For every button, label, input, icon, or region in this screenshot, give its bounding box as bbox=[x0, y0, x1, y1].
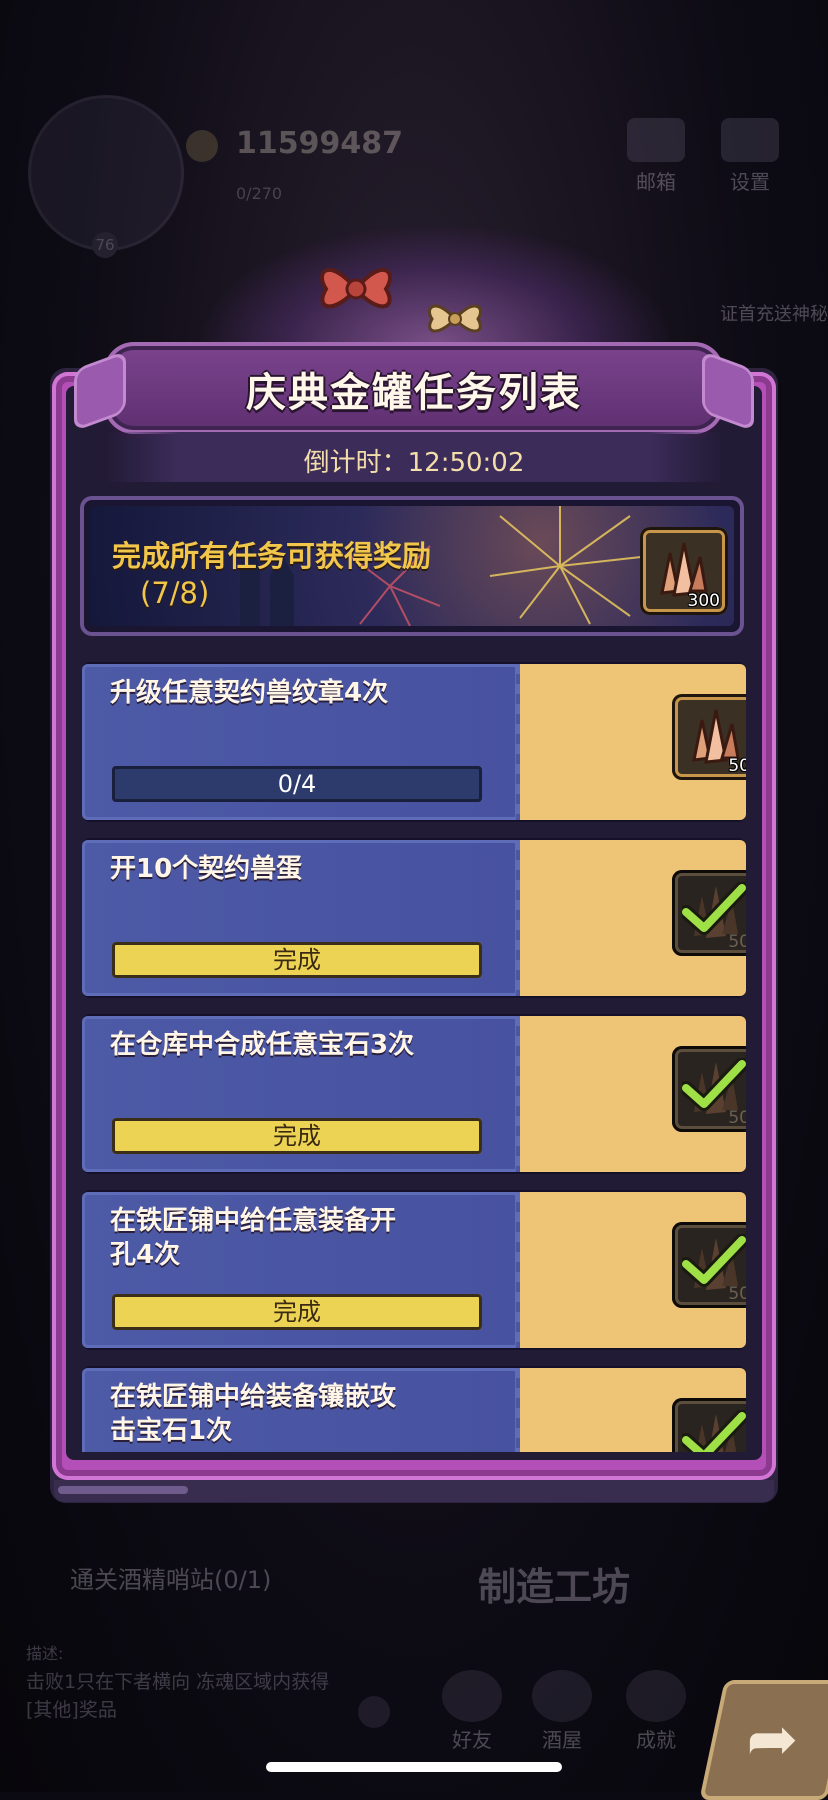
task-reward-item-claimed[interactable]: 50 bbox=[672, 870, 746, 956]
task-reward-count: 50 bbox=[728, 756, 746, 776]
tavern-icon bbox=[532, 1670, 592, 1722]
achievements-button: 成就 bbox=[616, 1670, 696, 1753]
red-bow-icon bbox=[320, 267, 392, 309]
task-complete-bar: 完成 bbox=[112, 1118, 482, 1154]
task-row: 在铁匠铺中给装备镶嵌攻击宝石1次 bbox=[82, 1366, 746, 1452]
task-reward-item[interactable]: 50 bbox=[672, 694, 746, 780]
gold-bow-icon bbox=[428, 304, 482, 333]
overall-reward-count: 300 bbox=[687, 591, 720, 611]
trophy-icon bbox=[626, 1670, 686, 1722]
gear-icon bbox=[721, 118, 779, 162]
player-exp: 0/270 bbox=[236, 184, 283, 203]
settings-button: 设置 bbox=[714, 118, 786, 195]
checkmark-icon bbox=[682, 1058, 746, 1111]
settings-label: 设置 bbox=[730, 170, 770, 194]
friends-icon bbox=[442, 1670, 502, 1722]
currency-icon bbox=[186, 130, 218, 162]
mail-label: 邮箱 bbox=[636, 170, 676, 194]
task-complete-bar: 完成 bbox=[112, 1294, 482, 1330]
task-description: 在铁匠铺中给任意装备开孔4次 bbox=[110, 1206, 397, 1270]
overall-reward-progress: (7/8) bbox=[140, 576, 210, 610]
title-banner: 庆典金罐任务列表 bbox=[74, 342, 754, 434]
task-desc: 击败1只在下者横向 冻魂区域内获得[其他]奖品 bbox=[26, 1671, 330, 1721]
friends-label: 好友 bbox=[452, 1728, 492, 1752]
task-row: 在铁匠铺中给任意装备开孔4次 完成 50 bbox=[82, 1190, 746, 1350]
promo-text: 证首充送神秘 bbox=[720, 304, 828, 325]
current-task-text: 通关酒精哨站(0/1) bbox=[70, 1566, 272, 1594]
task-description: 升级任意契约兽纹章4次 bbox=[110, 678, 389, 708]
countdown-bar: 倒计时：12:50:02 bbox=[106, 432, 722, 482]
task-row: 在仓库中合成任意宝石3次 完成 50 bbox=[82, 1014, 746, 1174]
checkmark-icon bbox=[682, 882, 746, 935]
home-indicator[interactable] bbox=[266, 1762, 562, 1772]
countdown-label: 倒计时： bbox=[303, 448, 408, 478]
overall-reward-text: 完成所有任务可获得奖励 bbox=[112, 539, 432, 573]
level-badge: 76 bbox=[92, 232, 118, 258]
mail-icon bbox=[627, 118, 685, 162]
share-arrow-icon: ➦ bbox=[746, 1702, 799, 1775]
player-score: 11599487 bbox=[236, 126, 403, 161]
task-row: 开10个契约兽蛋 完成 50 bbox=[82, 838, 746, 998]
friends-button: 好友 bbox=[432, 1670, 512, 1753]
countdown-value: 12:50:02 bbox=[407, 448, 525, 478]
task-row: 升级任意契约兽纹章4次 0/4 50 bbox=[82, 662, 746, 822]
task-reward-item-claimed[interactable] bbox=[672, 1398, 746, 1452]
task-complete-bar: 完成 bbox=[112, 942, 482, 978]
modal-bottom-strip bbox=[54, 1480, 774, 1502]
overall-reward-item[interactable]: 300 bbox=[640, 527, 728, 615]
checkmark-icon bbox=[682, 1234, 746, 1287]
task-description: 开10个契约兽蛋 bbox=[110, 854, 303, 884]
task-list[interactable]: 升级任意契约兽纹章4次 0/4 50 开10个契约兽蛋 完成 50 在仓库中合成… bbox=[82, 662, 746, 1452]
task-reward-count: 50 bbox=[728, 932, 746, 952]
task-description: 在铁匠铺中给装备镶嵌攻击宝石1次 bbox=[110, 1382, 397, 1446]
tavern-label: 酒屋 bbox=[542, 1728, 582, 1752]
workshop-label: 制造工坊 bbox=[478, 1565, 631, 1609]
task-desc-title: 描述: bbox=[26, 1644, 64, 1663]
checkmark-icon bbox=[682, 1410, 746, 1452]
task-description: 在仓库中合成任意宝石3次 bbox=[110, 1030, 415, 1060]
player-avatar bbox=[28, 95, 184, 251]
achievements-label: 成就 bbox=[636, 1728, 676, 1752]
task-reward-count: 50 bbox=[728, 1284, 746, 1304]
small-gear-icon bbox=[358, 1696, 390, 1728]
task-reward-count: 50 bbox=[728, 1108, 746, 1128]
modal-bottom-bar bbox=[58, 1486, 188, 1494]
countdown-text: 倒计时：12:50:02 bbox=[106, 442, 722, 479]
task-reward-item-claimed[interactable]: 50 bbox=[672, 1046, 746, 1132]
modal-title: 庆典金罐任务列表 bbox=[246, 370, 582, 416]
mail-button: 邮箱 bbox=[620, 118, 692, 195]
tavern-button: 酒屋 bbox=[522, 1670, 602, 1753]
task-reward-item-claimed[interactable]: 50 bbox=[672, 1222, 746, 1308]
task-progress-bar: 0/4 bbox=[112, 766, 482, 802]
